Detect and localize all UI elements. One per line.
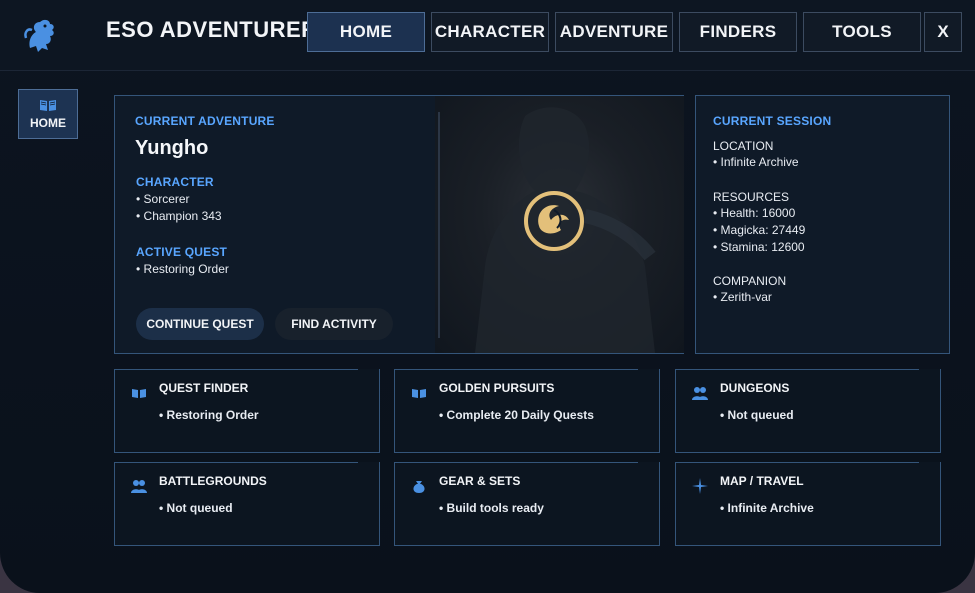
card-value: • Not queued	[720, 408, 794, 422]
location-label: LOCATION	[713, 139, 774, 153]
card-title: MAP / TRAVEL	[720, 474, 804, 488]
find-activity-button[interactable]: FIND ACTIVITY	[275, 308, 393, 340]
nav-tools[interactable]: TOOLS	[803, 12, 921, 52]
companion-value: • Zerith-var	[713, 290, 772, 304]
group-icon	[692, 387, 708, 400]
current-session-panel: CURRENT SESSION LOCATION • Infinite Arch…	[695, 95, 950, 354]
card-title: QUEST FINDER	[159, 381, 249, 395]
current-adventure-panel: CURRENT ADVENTURE Yungho CHARACTER • Sor…	[114, 95, 684, 354]
book-icon	[40, 100, 56, 111]
bag-icon	[413, 481, 425, 493]
card-title: BATTLEGROUNDS	[159, 474, 267, 488]
companion-label: COMPANION	[713, 274, 787, 288]
lion-logo-icon	[24, 19, 54, 52]
book-icon	[132, 389, 146, 398]
top-nav: HOME CHARACTER ADVENTURE FINDERS TOOLS	[307, 12, 921, 52]
session-section-label: CURRENT SESSION	[713, 114, 832, 128]
app-window: ESO ADVENTURER HOME CHARACTER ADVENTURE …	[0, 0, 975, 593]
adventure-section-label: CURRENT ADVENTURE	[135, 114, 275, 128]
golden-pursuits-card[interactable]: GOLDEN PURSUITS • Complete 20 Daily Ques…	[394, 369, 660, 453]
character-name: Yungho	[135, 137, 209, 159]
dungeons-card[interactable]: DUNGEONS • Not queued	[675, 369, 941, 453]
app-title: ESO ADVENTURER	[106, 17, 318, 42]
character-class: • Sorcerer	[136, 192, 190, 206]
card-title: GOLDEN PURSUITS	[439, 381, 555, 395]
character-label: CHARACTER	[136, 175, 214, 189]
character-champion: • Champion 343	[136, 209, 222, 223]
card-value: • Complete 20 Daily Quests	[439, 408, 594, 422]
hero-divider	[438, 112, 440, 338]
location-value: • Infinite Archive	[713, 155, 799, 169]
gear-sets-card[interactable]: GEAR & SETS • Build tools ready	[394, 462, 660, 546]
sidebar-item-home[interactable]: HOME	[18, 89, 78, 139]
active-quest-value: • Restoring Order	[136, 262, 229, 276]
sorcerer-emblem-icon	[524, 191, 584, 251]
nav-character[interactable]: CHARACTER	[431, 12, 549, 52]
compass-icon	[692, 478, 708, 494]
card-title: GEAR & SETS	[439, 474, 521, 488]
card-value: • Build tools ready	[439, 501, 544, 515]
card-value: • Not queued	[159, 501, 233, 515]
resource-stamina: • Stamina: 12600	[713, 240, 805, 254]
nav-finders[interactable]: FINDERS	[679, 12, 797, 52]
battlegrounds-card[interactable]: BATTLEGROUNDS • Not queued	[114, 462, 380, 546]
book-icon	[412, 389, 426, 398]
nav-home[interactable]: HOME	[307, 12, 425, 52]
hero-image	[435, 96, 684, 353]
nav-adventure[interactable]: ADVENTURE	[555, 12, 673, 52]
sidebar-item-label: HOME	[30, 116, 66, 130]
resource-magicka: • Magicka: 27449	[713, 223, 806, 237]
group-icon	[131, 480, 147, 493]
card-title: DUNGEONS	[720, 381, 790, 395]
resources-label: RESOURCES	[713, 190, 790, 204]
header-divider	[0, 70, 975, 71]
card-value: • Restoring Order	[159, 408, 259, 422]
resource-health: • Health: 16000	[713, 206, 796, 220]
active-quest-label: ACTIVE QUEST	[136, 245, 228, 259]
continue-quest-button[interactable]: CONTINUE QUEST	[136, 308, 264, 340]
quest-finder-card[interactable]: QUEST FINDER • Restoring Order	[114, 369, 380, 453]
card-value: • Infinite Archive	[720, 501, 814, 515]
close-button[interactable]: X	[924, 12, 962, 52]
map-travel-card[interactable]: MAP / TRAVEL • Infinite Archive	[675, 462, 941, 546]
